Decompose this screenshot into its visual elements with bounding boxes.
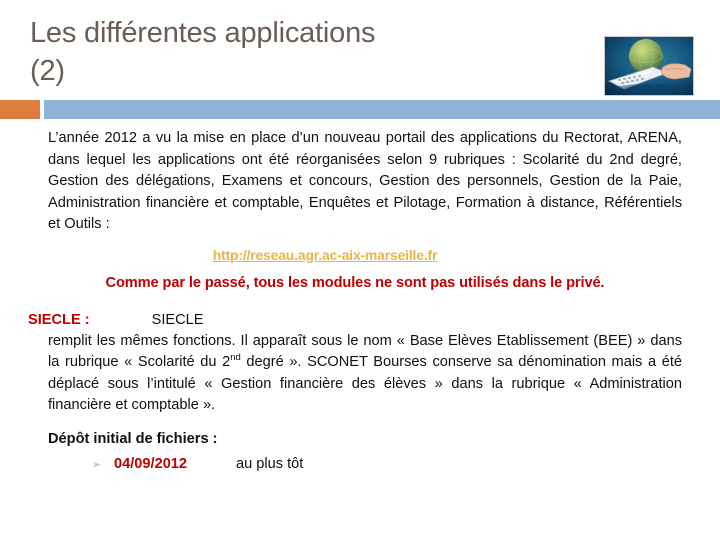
chevron-right-bullet-icon: ➢ [92, 458, 102, 471]
depot-date: 04/09/2012 [114, 455, 188, 472]
siecle-label: SIECLE : [28, 311, 90, 328]
depot-date-note: au plus tôt [236, 455, 304, 472]
header-accent-blue [44, 100, 720, 119]
portal-url-line: http://reseau.agr.ac-aix-marseille.fr [0, 247, 720, 265]
private-modules-note: Comme par le passé, tous les modules ne … [105, 274, 605, 291]
header-thumbnail-image [604, 36, 694, 96]
slide-header: Les différentes applications (2) [0, 0, 720, 120]
depot-list-item: ➢ 04/09/2012 au plus tôt [92, 456, 720, 472]
siecle-superscript: nd [230, 352, 241, 364]
siecle-description: remplit les mêmes fonctions. Il apparaît… [48, 331, 682, 417]
siecle-heading: SIECLE : SIECLE [28, 310, 720, 331]
slide-body: L’année 2012 a vu la mise en place d’un … [0, 122, 720, 472]
depot-heading: Dépôt initial de fichiers : [48, 430, 218, 447]
siecle-name: SIECLE [151, 311, 204, 328]
siecle-section: SIECLE : SIECLE remplit les mêmes fonctio… [0, 310, 720, 417]
portal-url-link[interactable]: http://reseau.agr.ac-aix-marseille.fr [213, 247, 438, 263]
globe-keyboard-hand-icon [605, 37, 693, 95]
header-accent-orange [0, 100, 40, 119]
intro-paragraph: L’année 2012 a vu la mise en place d’un … [48, 130, 682, 232]
page-title: Les différentes applications (2) [30, 17, 376, 87]
